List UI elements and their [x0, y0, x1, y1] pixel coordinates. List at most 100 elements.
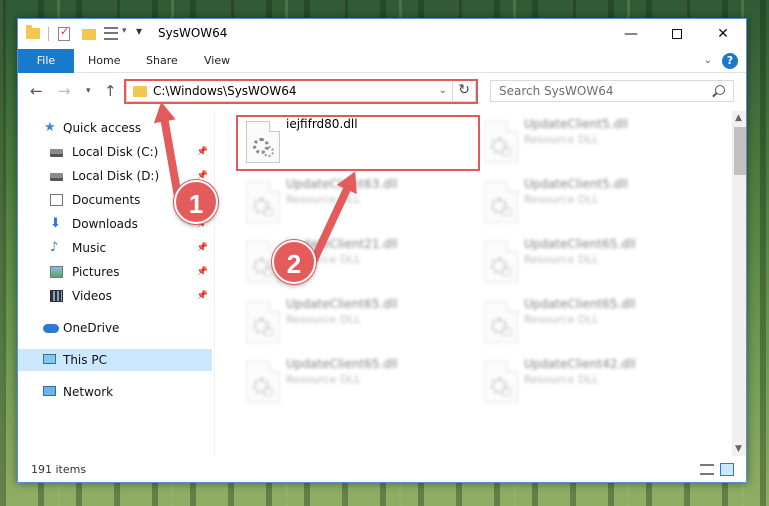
minimize-button[interactable]: —: [608, 19, 654, 49]
large-icons-view-icon[interactable]: [720, 463, 734, 476]
file-name: UpdateClient5.dll: [524, 117, 628, 131]
tab-share[interactable]: Share: [136, 49, 188, 73]
sidebar-item-label: Pictures: [72, 265, 120, 279]
help-icon[interactable]: ?: [722, 53, 738, 69]
tab-file[interactable]: File: [18, 49, 74, 73]
file-name: UpdateClient5.dll: [524, 177, 628, 191]
drive-icon: [50, 149, 63, 157]
maximize-icon: [672, 29, 682, 39]
recent-locations-icon[interactable]: ▾: [86, 86, 91, 96]
file-highlight: [236, 115, 480, 171]
file-type: Resource DLL: [524, 193, 599, 206]
sidebar-item-label: Music: [72, 241, 107, 255]
sidebar-item-pictures[interactable]: Pictures 📌: [18, 261, 212, 283]
expand-ribbon-icon[interactable]: ⌄: [704, 55, 712, 66]
details-view-icon[interactable]: [700, 464, 714, 475]
dll-file-icon: [484, 181, 518, 223]
sidebar-item-this-pc[interactable]: This PC: [18, 349, 212, 371]
pictures-icon: [50, 266, 63, 278]
file-item[interactable]: UpdateClient42.dll Resource DLL: [476, 353, 706, 411]
forward-button[interactable]: →: [58, 82, 71, 100]
tab-view[interactable]: View: [194, 49, 240, 73]
vertical-scrollbar[interactable]: ▲ ▼: [732, 111, 746, 456]
dll-file-icon: [246, 301, 280, 343]
file-name: UpdateClient65.dll: [524, 237, 636, 251]
sidebar-item-label: Videos: [72, 289, 112, 303]
tab-home[interactable]: Home: [78, 49, 130, 73]
cloud-icon: [43, 324, 59, 333]
search-input[interactable]: Search SysWOW64: [490, 80, 734, 102]
customize-toolbar-icon[interactable]: ▾: [136, 24, 142, 38]
maximize-button[interactable]: [654, 19, 700, 49]
file-name: UpdateClient65.dll: [286, 357, 398, 371]
file-item[interactable]: UpdateClient5.dll Resource DLL: [476, 113, 706, 171]
scrollbar-thumb[interactable]: [734, 127, 746, 175]
file-item[interactable]: UpdateClient65.dll Resource DLL: [476, 293, 706, 351]
file-type: Resource DLL: [524, 253, 599, 266]
dll-file-icon: [484, 241, 518, 283]
documents-icon: [50, 194, 63, 206]
file-item[interactable]: UpdateClient65.dll Resource DLL: [238, 293, 468, 351]
pin-icon[interactable]: 📌: [197, 141, 208, 163]
chevron-down-icon[interactable]: ▾: [122, 26, 127, 36]
file-type: Resource DLL: [524, 133, 599, 146]
status-bar: 191 items: [18, 456, 746, 482]
new-folder-icon[interactable]: [82, 29, 96, 40]
sidebar-item-quick-access[interactable]: ★ Quick access: [18, 117, 212, 139]
scroll-up-icon[interactable]: ▲: [735, 113, 742, 123]
computer-icon: [43, 354, 56, 364]
scroll-down-icon[interactable]: ▼: [735, 444, 742, 454]
ribbon: File Home Share View ⌄ ?: [18, 49, 746, 73]
file-name: UpdateClient65.dll: [286, 297, 398, 311]
sidebar-item-videos[interactable]: Videos 📌: [18, 285, 212, 307]
sidebar-item-label: Local Disk (D:): [72, 169, 160, 183]
navigation-bar: ← → ▾ ↑ C:\Windows\SysWOW64 ⌄ ↻ Search S…: [18, 74, 746, 110]
step-1-badge: 1: [174, 180, 218, 224]
file-type: Resource DLL: [524, 373, 599, 386]
sidebar-item-onedrive[interactable]: OneDrive: [18, 317, 212, 339]
file-name: UpdateClient65.dll: [524, 297, 636, 311]
dll-file-icon: [484, 361, 518, 403]
folder-icon: [26, 25, 40, 39]
divider: [214, 111, 215, 456]
file-item[interactable]: UpdateClient65.dll Resource DLL: [238, 353, 468, 411]
pin-icon[interactable]: 📌: [197, 237, 208, 259]
step-2-badge: 2: [272, 240, 316, 284]
dll-file-icon: [246, 181, 280, 223]
address-bar-highlight: [124, 79, 478, 104]
download-icon: ⬇: [50, 216, 61, 231]
pin-icon[interactable]: 📌: [197, 285, 208, 307]
dll-file-icon: [484, 301, 518, 343]
sidebar-item-label: This PC: [63, 353, 107, 367]
file-item[interactable]: UpdateClient5.dll Resource DLL: [476, 173, 706, 231]
sidebar-item-network[interactable]: Network: [18, 381, 212, 403]
sidebar-item-label: Downloads: [72, 217, 138, 231]
file-type: Resource DLL: [286, 313, 361, 326]
sidebar-item-label: Quick access: [63, 121, 142, 135]
sidebar-item-label: OneDrive: [63, 321, 120, 335]
close-button[interactable]: ✕: [700, 19, 746, 49]
pin-icon[interactable]: 📌: [197, 261, 208, 283]
file-explorer-window: ▾ ▾ SysWOW64 — ✕ File Home Share View ⌄ …: [17, 18, 747, 483]
view-options-icon[interactable]: [104, 27, 118, 40]
sidebar-item-label: Network: [63, 385, 114, 399]
file-name: UpdateClient42.dll: [524, 357, 636, 371]
drive-icon: [50, 173, 63, 181]
star-icon: ★: [44, 120, 56, 135]
network-icon: [43, 386, 56, 396]
sidebar-item-music[interactable]: ♪ Music 📌: [18, 237, 212, 259]
divider: [48, 27, 49, 41]
navigation-pane: ★ Quick access Local Disk (C:) 📌 Local D…: [18, 111, 214, 456]
file-item[interactable]: UpdateClient65.dll Resource DLL: [476, 233, 706, 291]
back-button[interactable]: ←: [30, 82, 43, 100]
dll-file-icon: [246, 361, 280, 403]
dll-file-icon: [484, 121, 518, 163]
file-type: Resource DLL: [524, 313, 599, 326]
sidebar-item-label: Local Disk (C:): [72, 145, 159, 159]
search-placeholder: Search SysWOW64: [499, 84, 614, 98]
up-button[interactable]: ↑: [104, 82, 117, 100]
properties-icon[interactable]: [58, 25, 70, 41]
item-count: 191 items: [31, 463, 87, 476]
window-title: SysWOW64: [158, 26, 228, 40]
search-icon[interactable]: [715, 85, 725, 95]
